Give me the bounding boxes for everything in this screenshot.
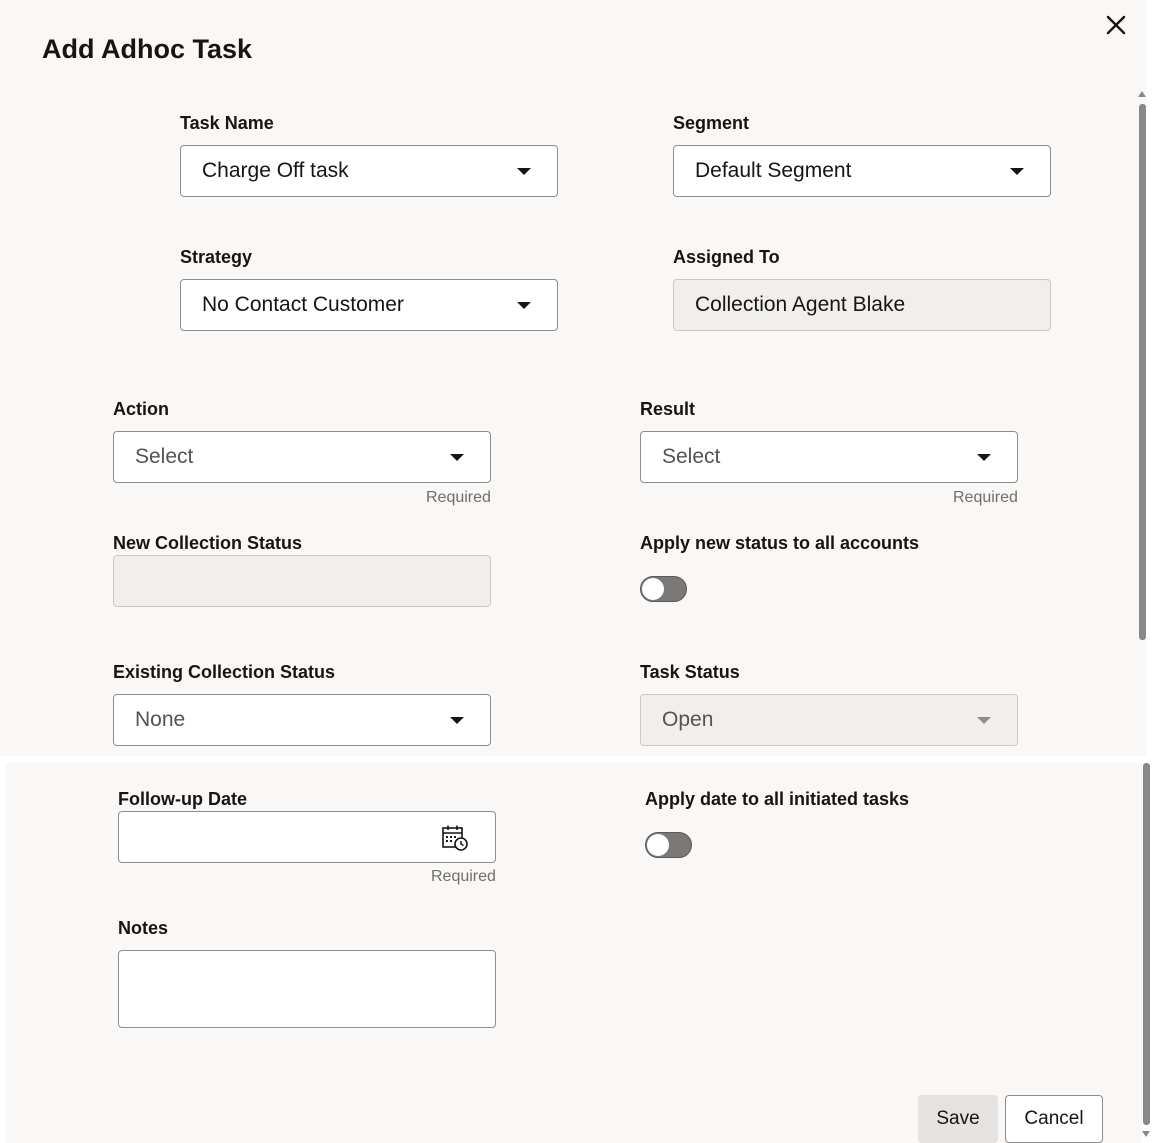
notes-label: Notes: [118, 918, 169, 938]
follow-up-date-input[interactable]: [118, 811, 496, 863]
segment-value: Default Segment: [695, 159, 852, 182]
result-required-hint: Required: [953, 489, 1018, 506]
new-collection-status-label: New Collection Status: [113, 533, 303, 553]
new-collection-status-field: [113, 555, 491, 607]
apply-date-label: Apply date to all initiated tasks: [645, 789, 910, 809]
toggle-knob: [642, 578, 664, 600]
assigned-to-label: Assigned To: [673, 247, 780, 267]
apply-new-status-label: Apply new status to all accounts: [640, 533, 920, 553]
follow-up-date-label: Follow-up Date: [118, 789, 247, 809]
chevron-down-icon: [1010, 168, 1024, 175]
assigned-to-field: Collection Agent Blake: [673, 279, 1051, 331]
segment-select[interactable]: Default Segment: [673, 145, 1051, 197]
chevron-down-icon: [977, 717, 991, 724]
close-icon[interactable]: [1101, 10, 1131, 40]
scrollbar-top[interactable]: [1139, 104, 1146, 640]
scrollbar-bottom[interactable]: [1143, 763, 1150, 1125]
result-label: Result: [640, 399, 696, 419]
apply-new-status-toggle[interactable]: [640, 576, 687, 602]
dialog-title: Add Adhoc Task: [42, 34, 253, 64]
save-button[interactable]: Save: [918, 1095, 998, 1143]
chevron-down-icon: [977, 454, 991, 461]
follow-up-date-required-hint: Required: [431, 868, 496, 885]
strategy-label: Strategy: [180, 247, 253, 267]
notes-textarea[interactable]: [118, 950, 496, 1028]
chevron-down-icon: [450, 454, 464, 461]
chevron-down-icon: [450, 717, 464, 724]
task-status-value: Open: [662, 708, 714, 731]
action-value: Select: [135, 445, 194, 468]
scroll-down-icon[interactable]: [1142, 1131, 1150, 1137]
existing-collection-status-select[interactable]: None: [113, 694, 491, 746]
task-name-select[interactable]: Charge Off task: [180, 145, 558, 197]
strategy-value: No Contact Customer: [202, 293, 404, 316]
chevron-down-icon: [517, 302, 531, 309]
existing-collection-status-value: None: [135, 708, 186, 731]
task-name-value: Charge Off task: [202, 159, 349, 182]
task-name-label: Task Name: [180, 113, 274, 133]
cancel-button[interactable]: Cancel: [1005, 1095, 1103, 1143]
result-value: Select: [662, 445, 721, 468]
assigned-to-value: Collection Agent Blake: [695, 293, 906, 316]
toggle-knob: [647, 834, 669, 856]
existing-collection-status-label: Existing Collection Status: [113, 662, 336, 682]
action-select[interactable]: Select: [113, 431, 491, 483]
task-status-select: Open: [640, 694, 1018, 746]
calendar-icon[interactable]: [441, 824, 469, 852]
segment-label: Segment: [673, 113, 750, 133]
apply-date-toggle[interactable]: [645, 832, 692, 858]
action-label: Action: [113, 399, 169, 419]
strategy-select[interactable]: No Contact Customer: [180, 279, 558, 331]
result-select[interactable]: Select: [640, 431, 1018, 483]
chevron-down-icon: [517, 168, 531, 175]
dialog-panel-top: [0, 0, 1146, 756]
action-required-hint: Required: [426, 489, 491, 506]
task-status-label: Task Status: [640, 662, 740, 682]
scroll-up-icon[interactable]: [1138, 91, 1146, 97]
